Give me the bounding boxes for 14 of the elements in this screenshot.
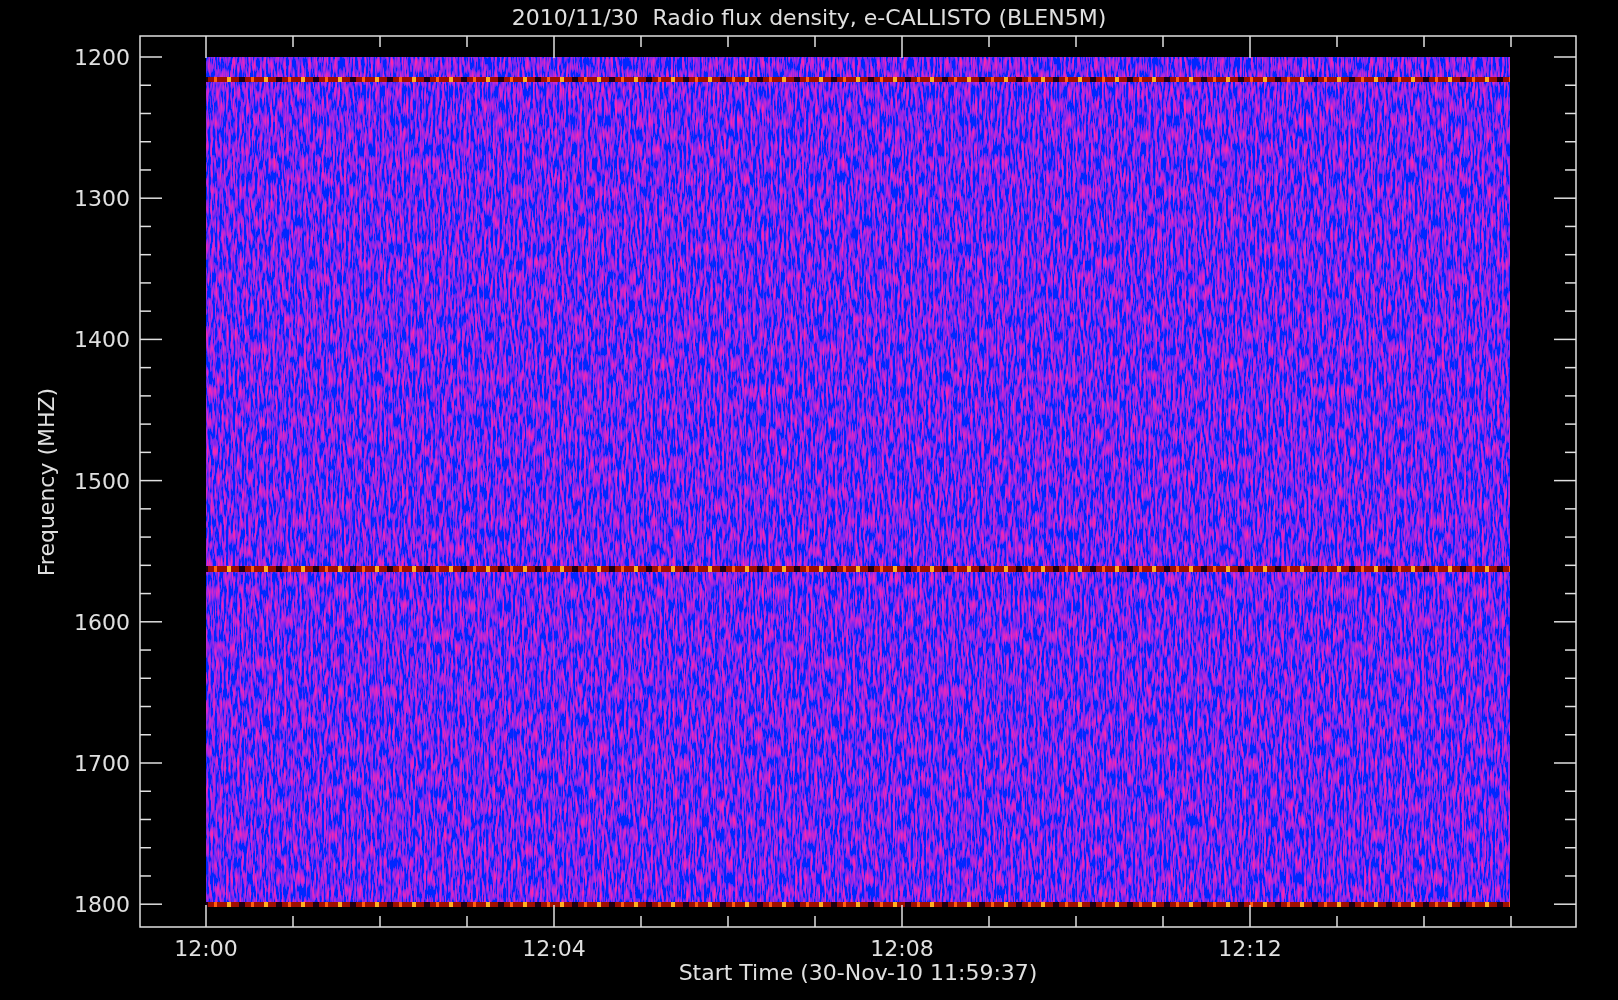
y-tick-label: 1700 bbox=[74, 751, 130, 776]
y-tick-label: 1200 bbox=[74, 45, 130, 70]
x-tick-label: 12:12 bbox=[1218, 936, 1282, 961]
x-tick-label: 12:04 bbox=[522, 936, 586, 961]
plot-title: 2010/11/30 Radio flux density, e-CALLISTO (BLEN5M) bbox=[511, 5, 1107, 30]
y-axis-label: Frequency (MHZ) bbox=[34, 387, 59, 577]
x-axis-label: Start Time (30-Nov-10 11:59:37) bbox=[678, 960, 1038, 985]
y-tick-label: 1600 bbox=[74, 609, 130, 635]
y-tick-label: 1500 bbox=[74, 468, 130, 494]
y-tick-label: 1800 bbox=[74, 892, 130, 918]
x-tick-label: 12:00 bbox=[174, 936, 238, 961]
x-tick-label: 12:08 bbox=[870, 936, 934, 961]
y-tick-label: 1300 bbox=[74, 186, 130, 212]
y-tick-label: 1400 bbox=[74, 327, 130, 353]
